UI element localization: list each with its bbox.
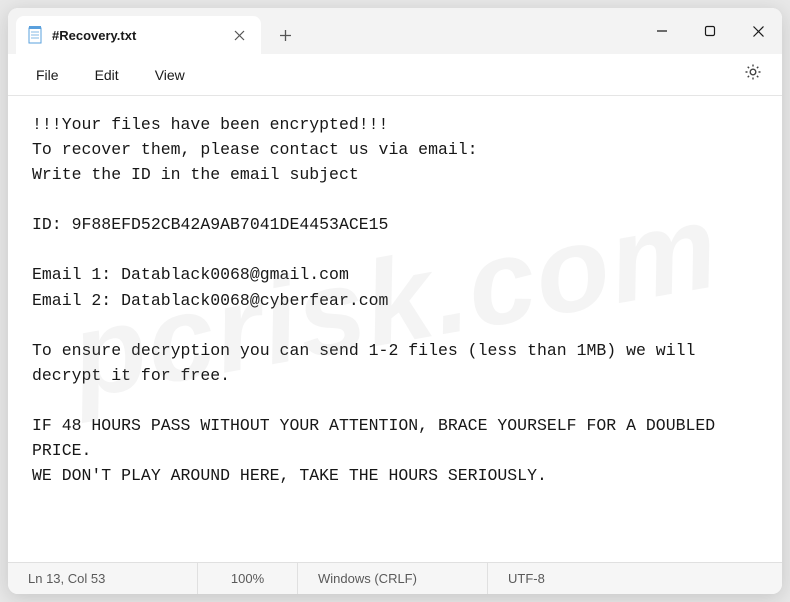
active-tab[interactable]: #Recovery.txt [16, 16, 261, 54]
tab-area: #Recovery.txt [8, 8, 303, 54]
status-line-ending[interactable]: Windows (CRLF) [298, 563, 488, 594]
menu-edit[interactable]: Edit [79, 61, 135, 89]
new-tab-button[interactable] [267, 16, 303, 54]
menubar: File Edit View [8, 54, 782, 96]
menu-file[interactable]: File [20, 61, 75, 89]
notepad-window: #Recovery.txt File Edit View [8, 8, 782, 594]
maximize-button[interactable] [686, 8, 734, 54]
menu-view[interactable]: View [139, 61, 201, 89]
notepad-icon [26, 26, 44, 44]
close-tab-icon[interactable] [227, 23, 251, 47]
document-text: !!!Your files have been encrypted!!! To … [32, 112, 758, 488]
titlebar: #Recovery.txt [8, 8, 782, 54]
statusbar: Ln 13, Col 53 100% Windows (CRLF) UTF-8 [8, 562, 782, 594]
close-window-button[interactable] [734, 8, 782, 54]
window-controls [638, 8, 782, 54]
minimize-button[interactable] [638, 8, 686, 54]
status-encoding[interactable]: UTF-8 [488, 563, 782, 594]
status-cursor[interactable]: Ln 13, Col 53 [8, 563, 198, 594]
tab-title: #Recovery.txt [52, 28, 179, 43]
settings-button[interactable] [736, 58, 770, 92]
gear-icon [743, 62, 763, 87]
text-content-area[interactable]: !!!Your files have been encrypted!!! To … [8, 96, 782, 562]
status-zoom[interactable]: 100% [198, 563, 298, 594]
